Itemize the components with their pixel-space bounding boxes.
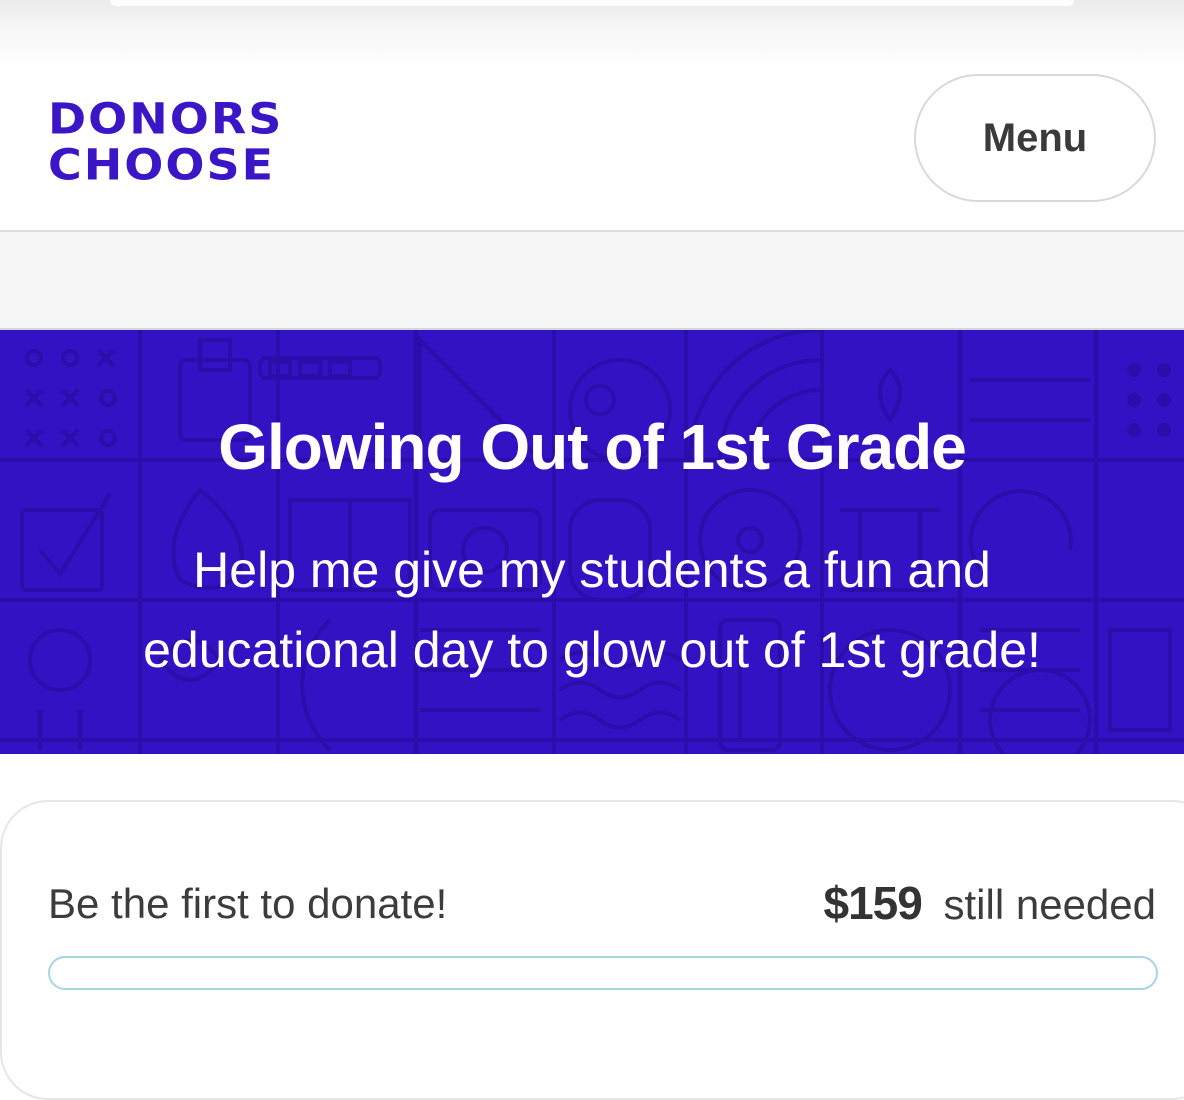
logo-line-1: DONORS <box>48 94 284 144</box>
project-subtitle-line-2: educational day to glow out of 1st grade… <box>143 622 1041 678</box>
project-subtitle: Help me give my students a fun and educa… <box>40 530 1144 690</box>
logo-line-2: CHOOSE <box>48 140 276 190</box>
project-hero: Glowing Out of 1st Grade Help me give my… <box>0 330 1184 754</box>
subheader-band <box>0 232 1184 330</box>
amount-needed-label: still needed <box>943 881 1156 928</box>
site-header: DONORS CHOOSE Menu <box>0 70 1184 232</box>
donate-prompt: Be the first to donate! <box>48 880 448 927</box>
donation-card <box>0 800 1184 1100</box>
project-subtitle-line-1: Help me give my students a fun and <box>193 542 991 598</box>
donorschoose-logo[interactable]: DONORS CHOOSE <box>48 96 283 188</box>
amount-needed-value: $159 <box>823 877 923 929</box>
funding-progress-bar <box>48 956 1158 990</box>
project-title: Glowing Out of 1st Grade <box>218 411 967 483</box>
menu-button[interactable]: Menu <box>914 74 1156 202</box>
browser-top-shadow <box>0 0 1184 70</box>
amount-still-needed: $159 still needed <box>824 876 1157 930</box>
